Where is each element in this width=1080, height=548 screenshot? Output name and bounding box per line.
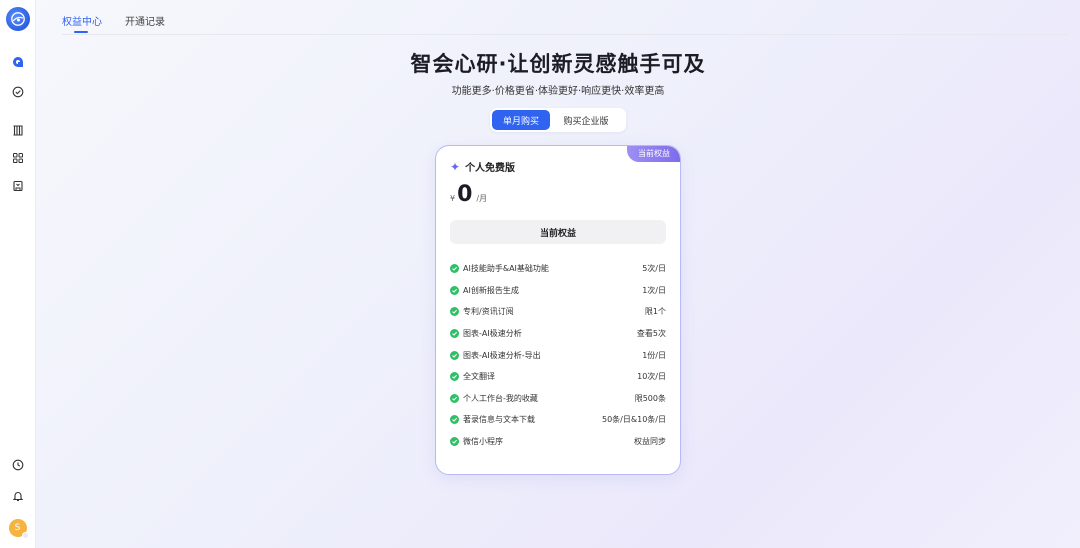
feature-name: 图表-AI极速分析 — [463, 329, 522, 339]
feature-value: 10次/日 — [637, 372, 666, 382]
check-circle-icon — [450, 415, 459, 425]
tab-benefits-center[interactable]: 权益中心 — [62, 13, 102, 28]
feature-row: AI创新报告生成 1次/日 — [450, 280, 666, 302]
feature-row: 图表-AI极速分析-导出 1份/日 — [450, 344, 666, 366]
feature-value: 1份/日 — [642, 350, 666, 360]
purchase-type-toggle: 单月购买 购买企业版 — [490, 108, 626, 132]
current-benefit-button[interactable]: 当前权益 — [450, 220, 666, 244]
feature-value: 限500条 — [634, 393, 666, 403]
feature-row: 图表-AI极速分析 查看5次 — [450, 323, 666, 345]
feature-row: 专利/资讯订阅 限1个 — [450, 301, 666, 323]
feature-list: AI技能助手&AI基础功能 5次/日 AI创新报告生成 1次/日 专利/资讯订阅… — [450, 258, 666, 452]
plan-card: 当前权益 ✦ 个人免费版 ¥ 0 /月 当前权益 AI技能助手&AI基础功能 5… — [435, 145, 681, 475]
feature-value: 权益同步 — [634, 437, 666, 447]
feature-name: 全文翻译 — [463, 372, 495, 382]
check-circle-icon — [450, 393, 459, 403]
plan-price: ¥ 0 /月 — [450, 184, 487, 206]
check-circle-icon — [450, 307, 459, 317]
active-tab-indicator — [74, 31, 88, 33]
tab-activation-records[interactable]: 开通记录 — [125, 13, 165, 28]
avatar-letter: S — [14, 523, 21, 533]
feature-value: 50条/日&10条/日 — [602, 415, 666, 425]
logo-icon — [10, 12, 25, 26]
feature-row: 著录信息与文本下载 50条/日&10条/日 — [450, 409, 666, 431]
feature-row: 全文翻译 10次/日 — [450, 366, 666, 388]
feature-value: 1次/日 — [642, 285, 666, 295]
feature-name: 个人工作台-我的收藏 — [463, 393, 538, 403]
check-circle-icon — [450, 329, 459, 339]
monthly-purchase-button[interactable]: 单月购买 — [492, 110, 550, 130]
feature-name: AI创新报告生成 — [463, 285, 519, 295]
feature-name: AI技能助手&AI基础功能 — [463, 264, 549, 274]
price-unit: /月 — [476, 194, 488, 203]
feature-row: AI技能助手&AI基础功能 5次/日 — [450, 258, 666, 280]
history-icon[interactable] — [10, 457, 26, 473]
currency-symbol: ¥ — [450, 194, 456, 203]
check-circle-icon — [450, 437, 459, 447]
enterprise-purchase-button[interactable]: 购买企业版 — [550, 110, 622, 130]
feature-name: 著录信息与文本下载 — [463, 415, 535, 425]
bell-icon[interactable] — [10, 488, 26, 504]
check-circle-icon — [450, 285, 459, 295]
check-circle-icon — [450, 372, 459, 382]
feature-name: 专利/资讯订阅 — [463, 307, 514, 317]
page-subtitle: 功能更多·价格更省·体验更好·响应更快·效率更高 — [451, 86, 665, 97]
sparkle-icon: ✦ — [450, 159, 461, 174]
bookmark-icon[interactable] — [10, 178, 26, 194]
plan-title: ✦ 个人免费版 — [450, 159, 516, 175]
feature-name: 微信小程序 — [463, 437, 503, 447]
feature-value: 查看5次 — [636, 329, 666, 339]
plan-name: 个人免费版 — [465, 163, 516, 174]
avatar[interactable]: S — [8, 519, 29, 539]
feature-name: 图表-AI极速分析-导出 — [463, 350, 541, 360]
feature-row: 微信小程序 权益同步 — [450, 431, 666, 453]
feature-value: 5次/日 — [642, 264, 666, 274]
feature-value: 限1个 — [644, 307, 666, 317]
library-icon[interactable] — [10, 122, 26, 138]
price-amount: 0 — [457, 182, 473, 207]
top-tabs: 权益中心 开通记录 — [62, 0, 1068, 35]
check-circle-icon — [450, 264, 459, 274]
check-circle-icon — [450, 350, 459, 360]
page-title: 智会心研·让创新灵感触手可及 — [410, 52, 706, 76]
avatar-status-dot — [21, 532, 29, 539]
app-logo[interactable] — [5, 7, 30, 31]
grid-icon[interactable] — [10, 150, 26, 166]
current-plan-badge: 当前权益 — [627, 146, 680, 162]
feature-row: 个人工作台-我的收藏 限500条 — [450, 388, 666, 410]
